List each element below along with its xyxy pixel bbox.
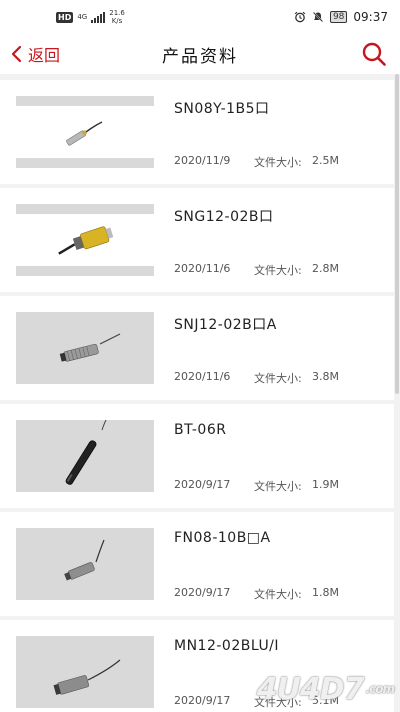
chevron-left-icon bbox=[11, 45, 22, 63]
product-card[interactable]: FN08-10B□A 2020/9/17 文件大小: 1.8M bbox=[0, 512, 394, 616]
product-model: BT-06R bbox=[174, 422, 227, 438]
mute-icon bbox=[312, 11, 324, 23]
product-model: MN12-02BLU/I bbox=[174, 638, 280, 654]
search-icon bbox=[362, 42, 386, 66]
hd-badge: HD bbox=[56, 11, 74, 23]
speed-unit: K/s bbox=[111, 17, 123, 25]
product-image bbox=[16, 204, 154, 276]
product-list[interactable]: SN08Y-1B5口 2020/11/9 文件大小: 2.5M SNG12-02… bbox=[0, 74, 400, 712]
file-size-label: 文件大小: bbox=[254, 372, 302, 385]
product-model: FN08-10B□A bbox=[174, 530, 271, 546]
watermark-logo: 4U4D7 .com bbox=[244, 671, 395, 707]
network-type: 4G bbox=[77, 12, 88, 21]
status-bar: HD 4G 21.6 K/s 98 09:37 bbox=[0, 0, 400, 34]
product-date: 2020/11/6 bbox=[174, 370, 231, 383]
product-image bbox=[16, 636, 154, 708]
product-model: SNJ12-02B口A bbox=[174, 317, 277, 333]
sensor-image bbox=[66, 121, 103, 146]
nav-bar: 返回 产品资料 bbox=[0, 34, 400, 74]
product-model: SNG12-02B口 bbox=[174, 209, 274, 225]
watermark-text: 4U4D7 bbox=[256, 671, 365, 707]
file-size-value: 1.8M bbox=[312, 586, 339, 599]
scrollbar-thumb[interactable] bbox=[395, 74, 399, 394]
clock: 09:37 bbox=[353, 10, 388, 24]
product-date: 2020/9/17 bbox=[174, 478, 231, 491]
product-card[interactable]: SNG12-02B口 2020/11/6 文件大小: 2.8M bbox=[0, 188, 394, 292]
status-left: HD 4G 21.6 K/s bbox=[56, 9, 125, 25]
back-label: 返回 bbox=[28, 46, 61, 65]
signal-icon bbox=[91, 11, 106, 23]
product-image bbox=[16, 312, 154, 384]
product-card[interactable]: BT-06R 2020/9/17 文件大小: 1.9M bbox=[0, 404, 394, 508]
sensor-image bbox=[64, 539, 105, 581]
product-date: 2020/11/6 bbox=[174, 262, 231, 275]
watermark-suffix: .com bbox=[365, 682, 395, 696]
speed-value: 21.6 bbox=[109, 9, 125, 17]
file-size-label: 文件大小: bbox=[254, 264, 302, 277]
file-size-value: 2.8M bbox=[312, 262, 339, 275]
product-image bbox=[16, 528, 154, 600]
sensor-image bbox=[65, 420, 107, 485]
product-card[interactable]: SNJ12-02B口A 2020/11/6 文件大小: 3.8M bbox=[0, 296, 394, 400]
page-title: 产品资料 bbox=[162, 46, 238, 67]
product-model: SN08Y-1B5口 bbox=[174, 101, 270, 117]
product-image bbox=[16, 96, 154, 168]
network-speed: 21.6 K/s bbox=[109, 9, 125, 25]
file-size-value: 3.8M bbox=[312, 370, 339, 383]
scrollbar[interactable] bbox=[394, 74, 400, 712]
product-image bbox=[16, 420, 154, 492]
alarm-icon bbox=[294, 11, 306, 23]
file-size-value: 2.5M bbox=[312, 154, 339, 167]
product-date: 2020/11/9 bbox=[174, 154, 231, 167]
file-size-label: 文件大小: bbox=[254, 156, 302, 169]
file-size-value: 1.9M bbox=[312, 478, 339, 491]
file-size-label: 文件大小: bbox=[254, 588, 302, 601]
product-card[interactable]: SN08Y-1B5口 2020/11/9 文件大小: 2.5M bbox=[0, 80, 394, 184]
sensor-image bbox=[53, 659, 121, 695]
battery-indicator: 98 bbox=[329, 11, 348, 23]
sensor-image bbox=[58, 226, 114, 255]
sensor-image bbox=[59, 333, 121, 362]
status-right: 98 09:37 bbox=[294, 10, 388, 24]
back-button[interactable]: 返回 bbox=[10, 40, 60, 68]
product-date: 2020/9/17 bbox=[174, 694, 231, 707]
search-button[interactable] bbox=[360, 40, 388, 68]
product-date: 2020/9/17 bbox=[174, 586, 231, 599]
file-size-label: 文件大小: bbox=[254, 480, 302, 493]
